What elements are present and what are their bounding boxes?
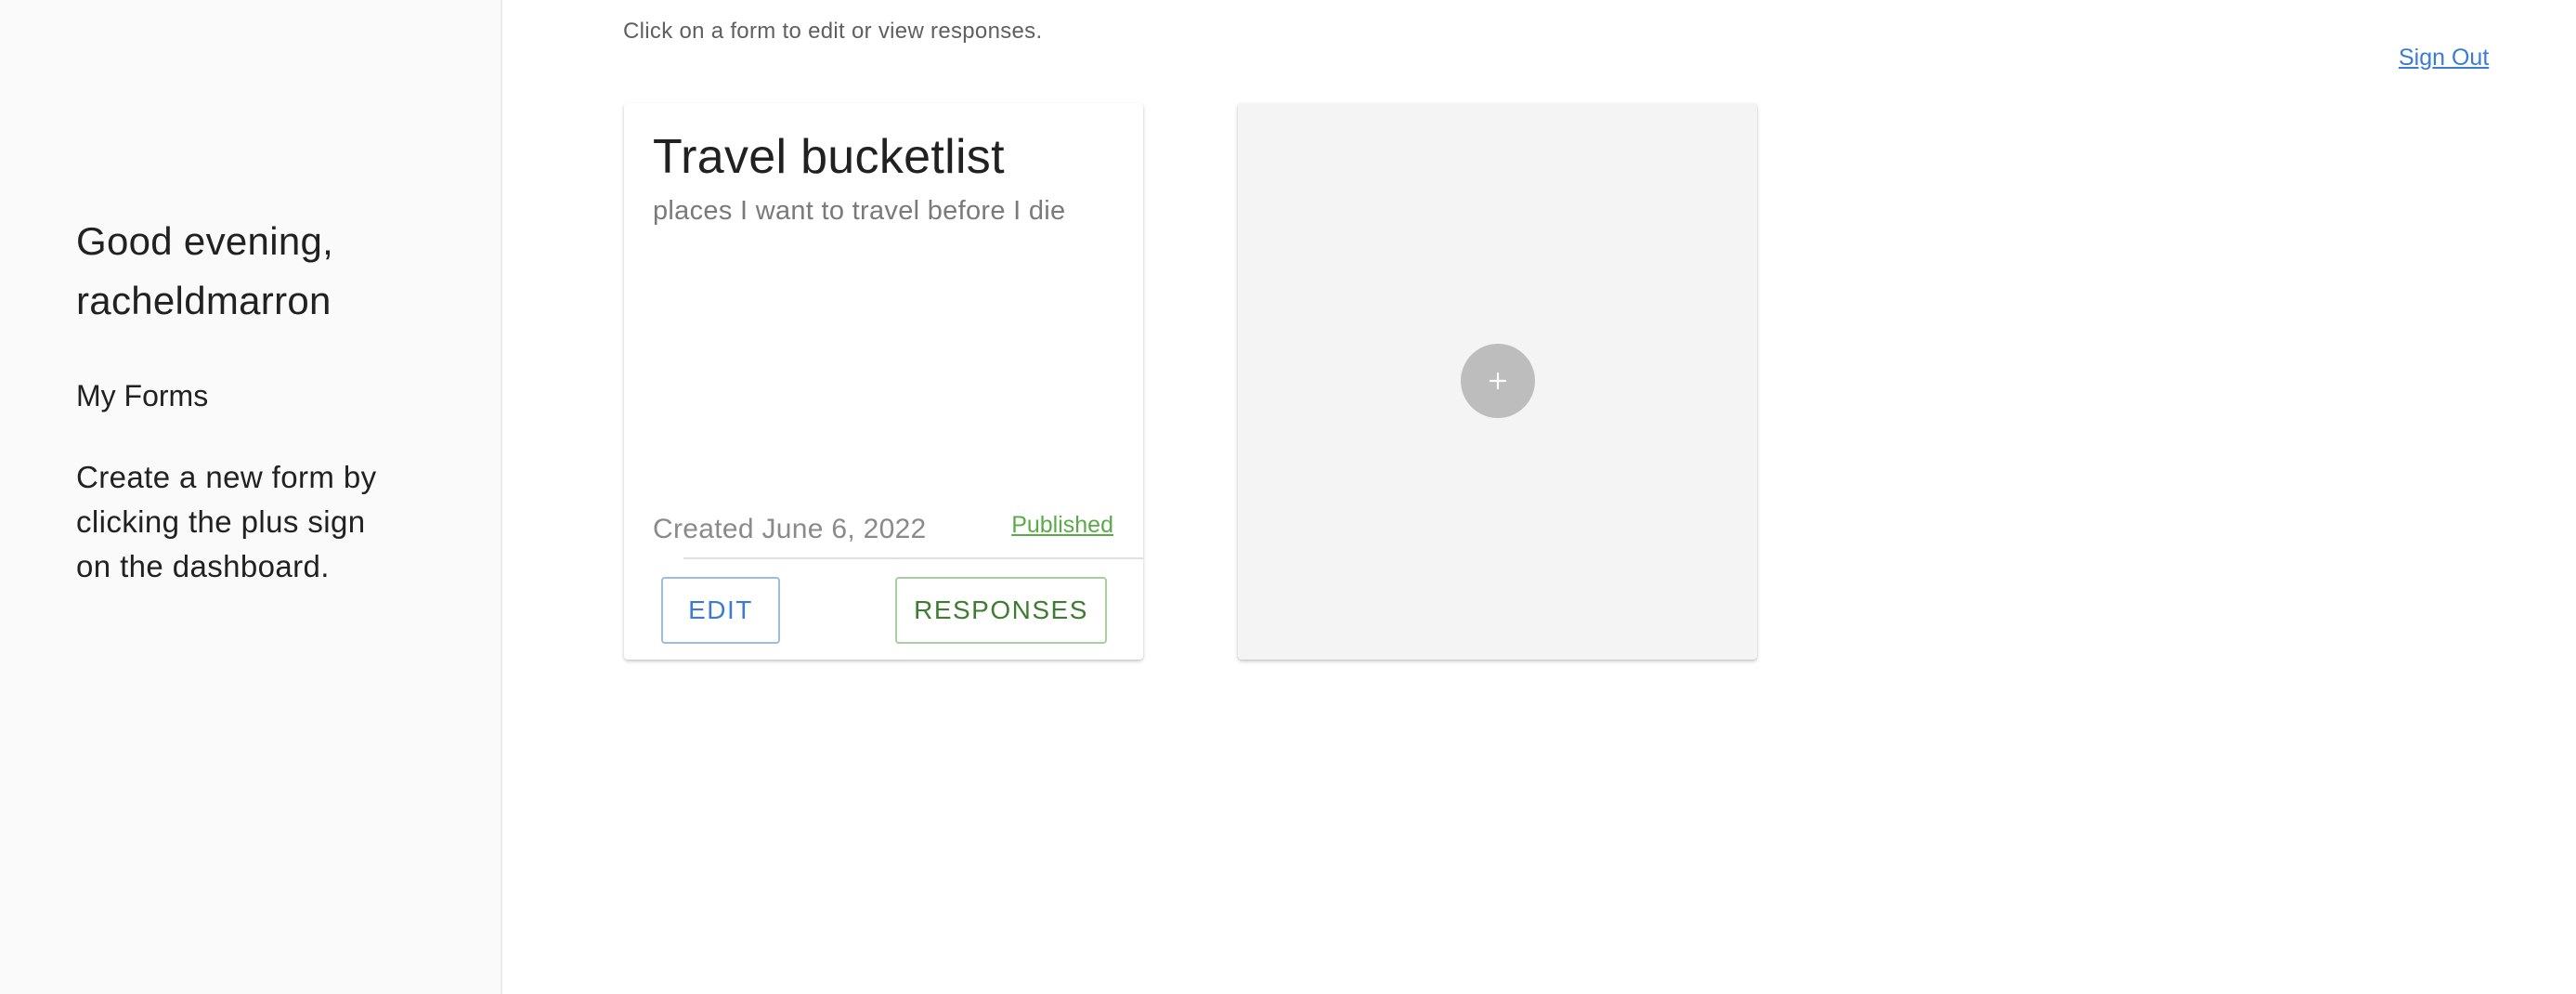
responses-button[interactable]: RESPONSES	[895, 577, 1107, 644]
instructions-text: Click on a form to edit or view response…	[623, 19, 1043, 44]
sidebar: Good evening, racheldmarron My Forms Cre…	[0, 0, 502, 994]
card-divider	[683, 557, 1143, 559]
form-card[interactable]: Travel bucketlist places I want to trave…	[624, 103, 1143, 660]
dashboard-main: Click on a form to edit or view response…	[504, 0, 2576, 994]
add-form-button[interactable]	[1461, 344, 1535, 418]
form-created-date: Created June 6, 2022	[653, 514, 927, 544]
sign-out-link[interactable]: Sign Out	[2399, 45, 2489, 72]
form-title: Travel bucketlist	[653, 130, 1005, 184]
help-text: Create a new form by clicking the plus s…	[76, 460, 377, 583]
form-description: places I want to travel before I die	[653, 196, 1066, 226]
new-form-card[interactable]	[1238, 103, 1757, 660]
edit-button[interactable]: EDIT	[661, 577, 780, 644]
greeting-heading: Good evening, racheldmarron	[76, 219, 334, 322]
published-status-link[interactable]: Published	[1011, 512, 1113, 539]
plus-icon	[1489, 372, 1507, 390]
my-forms-heading: My Forms	[76, 379, 209, 412]
